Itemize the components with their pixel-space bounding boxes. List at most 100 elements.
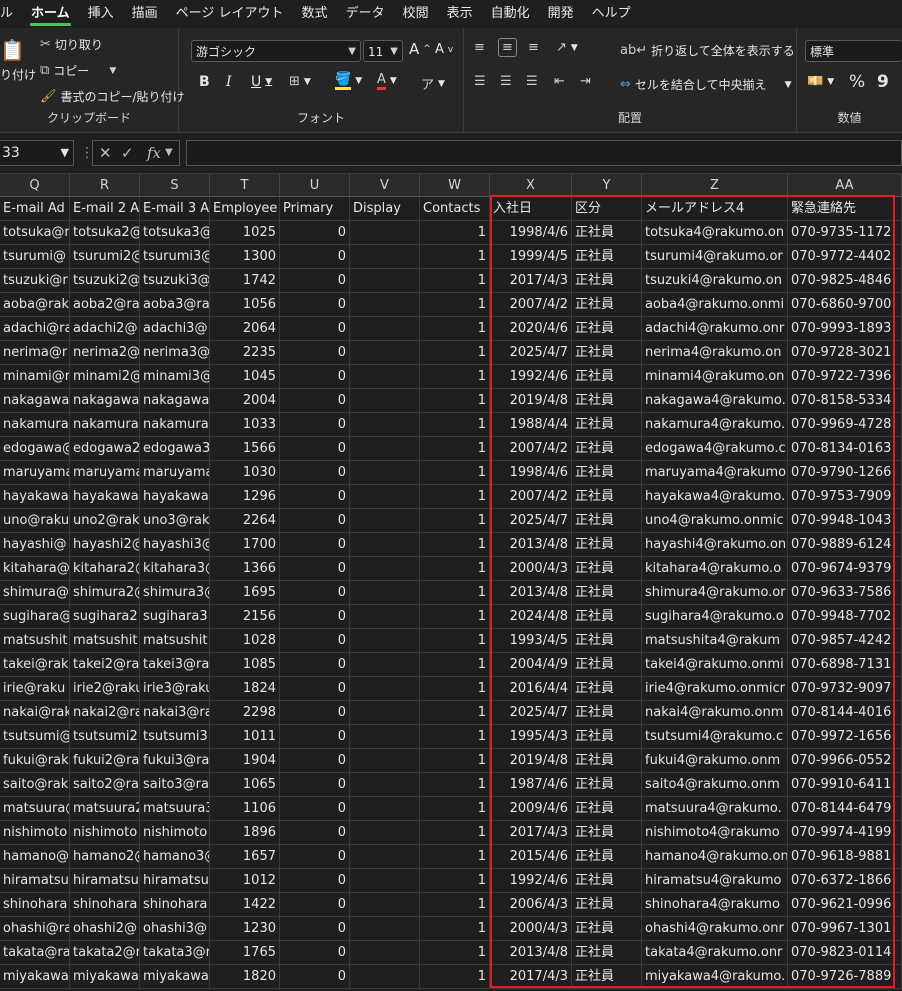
table-cell[interactable]: saito4@rakumo.onm [642, 773, 788, 797]
table-cell[interactable]: 0 [280, 557, 350, 581]
table-cell[interactable]: 1 [420, 677, 490, 701]
table-cell[interactable]: 正社員 [572, 821, 642, 845]
table-cell[interactable]: 0 [280, 461, 350, 485]
table-cell[interactable]: 0 [280, 725, 350, 749]
table-cell[interactable]: 070-9735-1172 [788, 221, 902, 245]
table-cell[interactable]: hayakawa [0, 485, 70, 509]
table-cell[interactable]: fukui3@ra [140, 749, 210, 773]
table-cell[interactable]: 正社員 [572, 581, 642, 605]
table-cell[interactable]: nakai3@ra [140, 701, 210, 725]
table-cell[interactable]: 0 [280, 437, 350, 461]
cut-button[interactable]: ✂ 切り取り [40, 36, 103, 53]
table-cell[interactable]: 1 [420, 629, 490, 653]
table-cell[interactable]: 070-9633-7586 [788, 581, 902, 605]
column-header[interactable]: U [280, 174, 350, 197]
table-cell[interactable]: matsushit [70, 629, 140, 653]
table-cell[interactable]: 070-9621-0996 [788, 893, 902, 917]
table-cell[interactable]: irie4@rakumo.onmicr [642, 677, 788, 701]
table-cell[interactable]: 1028 [210, 629, 280, 653]
table-cell[interactable]: tsurumi@ [0, 245, 70, 269]
table-cell[interactable]: 2007/4/2 [490, 437, 572, 461]
table-cell[interactable]: 0 [280, 845, 350, 869]
table-cell[interactable]: 070-9948-7702 [788, 605, 902, 629]
table-cell[interactable]: matsuura3 [140, 797, 210, 821]
wrap-text-button[interactable]: ab↵ 折り返して全体を表示する [620, 42, 795, 59]
table-cell[interactable]: 070-9726-7889 [788, 965, 902, 989]
table-cell[interactable]: 0 [280, 893, 350, 917]
table-cell[interactable]: 070-9823-0114 [788, 941, 902, 965]
table-cell[interactable]: 2024/4/8 [490, 605, 572, 629]
column-header[interactable]: AA [788, 174, 902, 197]
table-cell[interactable]: hayashi@ [0, 533, 70, 557]
table-cell[interactable]: 1 [420, 917, 490, 941]
table-cell[interactable]: 2235 [210, 341, 280, 365]
table-cell[interactable]: 2004/4/9 [490, 653, 572, 677]
table-cell[interactable]: edogawa4@rakumo.c [642, 437, 788, 461]
table-cell[interactable]: 1 [420, 413, 490, 437]
table-cell[interactable]: 正社員 [572, 845, 642, 869]
table-cell[interactable]: 0 [280, 221, 350, 245]
font-family-select[interactable]: 游ゴシック ▼ [191, 40, 361, 62]
table-cell[interactable]: 0 [280, 749, 350, 773]
table-cell[interactable]: 正社員 [572, 269, 642, 293]
table-cell[interactable]: tsuzuki2@ [70, 269, 140, 293]
table-cell[interactable]: uno@raku [0, 509, 70, 533]
table-cell[interactable]: irie@raku [0, 677, 70, 701]
table-cell[interactable]: 1030 [210, 461, 280, 485]
table-cell[interactable]: 2015/4/6 [490, 845, 572, 869]
table-cell[interactable]: shinohara [0, 893, 70, 917]
table-cell[interactable]: 1657 [210, 845, 280, 869]
table-cell[interactable]: totsuka4@rakumo.on [642, 221, 788, 245]
table-cell[interactable]: 正社員 [572, 677, 642, 701]
table-cell[interactable]: 正社員 [572, 773, 642, 797]
table-cell[interactable]: 正社員 [572, 341, 642, 365]
table-cell[interactable]: 正社員 [572, 797, 642, 821]
table-cell[interactable]: 1033 [210, 413, 280, 437]
column-header[interactable]: Z [642, 174, 788, 197]
table-cell[interactable]: shinohara [70, 893, 140, 917]
column-header[interactable]: T [210, 174, 280, 197]
shrink-font-button[interactable]: Av [435, 42, 453, 57]
table-cell[interactable]: 070-9972-1656 [788, 725, 902, 749]
table-cell[interactable]: nakai2@ra [70, 701, 140, 725]
table-cell[interactable]: nakai4@rakumo.onm [642, 701, 788, 725]
header-cell[interactable]: 入社日 [490, 197, 572, 221]
table-cell[interactable]: 正社員 [572, 917, 642, 941]
table-cell[interactable] [350, 581, 420, 605]
table-cell[interactable]: 1 [420, 773, 490, 797]
table-cell[interactable]: takata@ra [0, 941, 70, 965]
table-cell[interactable]: 1 [420, 437, 490, 461]
table-cell[interactable] [350, 773, 420, 797]
percent-button[interactable]: % [849, 72, 865, 92]
table-cell[interactable]: 1999/4/5 [490, 245, 572, 269]
table-cell[interactable]: 1366 [210, 557, 280, 581]
format-painter-button[interactable]: 🖌 書式のコピー/貼り付け [40, 88, 185, 105]
table-cell[interactable]: 070-6372-1866 [788, 869, 902, 893]
table-cell[interactable]: minami4@rakumo.on [642, 365, 788, 389]
table-cell[interactable]: takei2@ra [70, 653, 140, 677]
table-cell[interactable] [350, 605, 420, 629]
table-cell[interactable]: 2025/4/7 [490, 509, 572, 533]
table-cell[interactable]: nishimoto [140, 821, 210, 845]
header-cell[interactable]: 区分 [572, 197, 642, 221]
table-cell[interactable] [350, 677, 420, 701]
table-cell[interactable]: 1896 [210, 821, 280, 845]
table-cell[interactable]: shimura@ [0, 581, 70, 605]
table-cell[interactable]: 2064 [210, 317, 280, 341]
align-left-button[interactable]: ☰ [474, 74, 486, 89]
table-cell[interactable]: 2004 [210, 389, 280, 413]
table-cell[interactable]: maruyama [0, 461, 70, 485]
column-header[interactable]: Q [0, 174, 70, 197]
table-cell[interactable]: 1993/4/5 [490, 629, 572, 653]
table-cell[interactable]: 070-8144-6479 [788, 797, 902, 821]
table-cell[interactable]: 1 [420, 389, 490, 413]
table-cell[interactable]: kitahara4@rakumo.o [642, 557, 788, 581]
menu-item[interactable]: 校閲 [394, 0, 438, 28]
table-cell[interactable] [350, 533, 420, 557]
borders-button[interactable]: ⊞ ▼ [289, 74, 311, 89]
table-cell[interactable]: 0 [280, 365, 350, 389]
table-cell[interactable]: 0 [280, 341, 350, 365]
table-cell[interactable]: aoba2@ra [70, 293, 140, 317]
cancel-icon[interactable]: ✕ [99, 141, 112, 165]
table-cell[interactable]: 1 [420, 341, 490, 365]
